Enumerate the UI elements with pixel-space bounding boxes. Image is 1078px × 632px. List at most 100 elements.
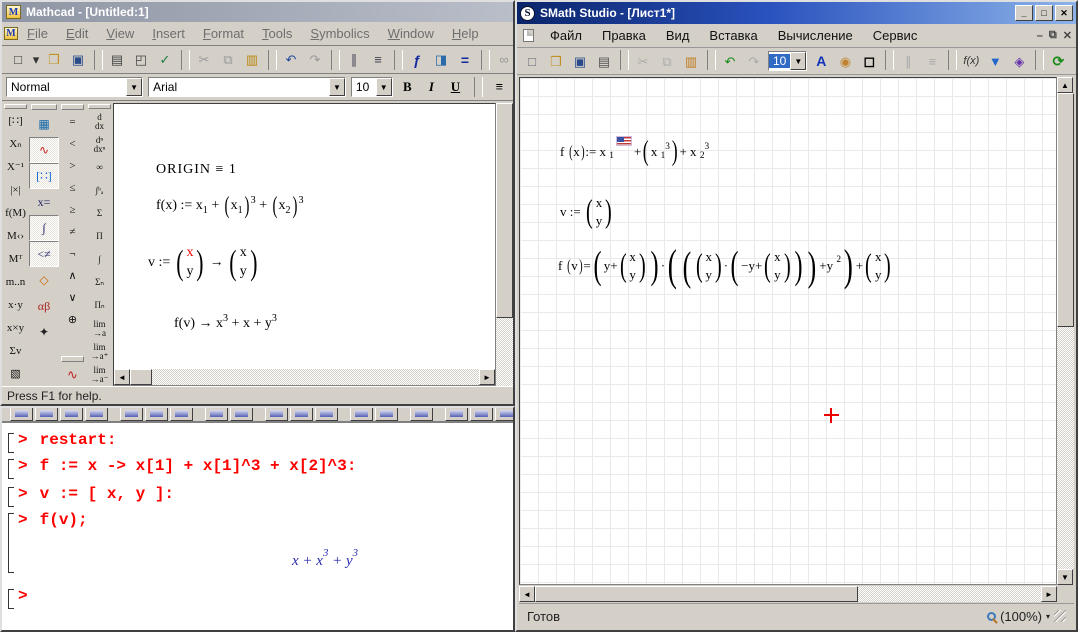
- align-vertical-icon[interactable]: ≡: [920, 50, 944, 72]
- toolbar-button[interactable]: [170, 408, 193, 421]
- resize-grip[interactable]: [1054, 610, 1066, 622]
- origin-definition[interactable]: ORIGIN ≡ 1: [156, 162, 237, 178]
- mathcad-menu-item[interactable]: Help: [443, 24, 488, 43]
- copy-icon[interactable]: ⧉: [216, 49, 240, 71]
- scroll-right-icon[interactable]: ►: [479, 369, 495, 385]
- maple-input-line[interactable]: >restart:: [8, 431, 116, 453]
- mathcad-menu-item[interactable]: Window: [379, 24, 443, 43]
- calculus-palette-button[interactable]: Πₙ: [86, 294, 113, 317]
- maple-input-line[interactable]: >v := [ x, y ]:: [8, 485, 174, 507]
- palette-handle[interactable]: [4, 104, 27, 109]
- chevron-down-icon[interactable]: ▼: [329, 78, 345, 96]
- boolean-palette-button[interactable]: ≠: [59, 221, 86, 243]
- spell-check-icon[interactable]: ✓: [153, 49, 177, 71]
- calculus-palette-button[interactable]: ∫: [86, 248, 113, 271]
- paste-icon[interactable]: ▥: [240, 49, 264, 71]
- calculus-palette-button[interactable]: Σ: [86, 202, 113, 225]
- evaluation-palette-icon[interactable]: x=: [29, 189, 59, 215]
- mathcad-menu-item[interactable]: Edit: [57, 24, 97, 43]
- smath-menu-item[interactable]: Вставка: [699, 26, 767, 45]
- mathcad-document-icon[interactable]: M: [4, 27, 18, 40]
- calculus-palette-button[interactable]: Σₙ: [86, 271, 113, 294]
- maximize-button[interactable]: □: [1035, 5, 1053, 21]
- toolbar-button[interactable]: [110, 408, 118, 421]
- matrix-palette-button[interactable]: x×y: [2, 317, 29, 340]
- code-text[interactable]: f := x -> x[1] + x[1]^3 + x[2]^3:: [28, 457, 357, 475]
- toolbar-button[interactable]: [230, 408, 253, 421]
- vector-definition[interactable]: v := (xy): [560, 194, 614, 229]
- new-dropdown-icon[interactable]: ▾: [30, 49, 42, 71]
- undo-icon[interactable]: ↶: [279, 49, 303, 71]
- toolbar-button[interactable]: [435, 408, 443, 421]
- toolbar-button[interactable]: [290, 408, 313, 421]
- matrix-palette-button[interactable]: Mᵀ: [2, 248, 29, 271]
- greek-palette-icon[interactable]: αβ: [29, 293, 59, 319]
- toolbar-button[interactable]: [410, 408, 433, 421]
- matrix-palette-button[interactable]: x·y: [2, 294, 29, 317]
- smath-title-bar[interactable]: S SMath Studio - [Лист1*] _ □ ✕: [517, 2, 1076, 24]
- zoom-level[interactable]: (100%): [1000, 609, 1042, 624]
- toolbar-button[interactable]: [375, 408, 398, 421]
- boolean-palette-button[interactable]: >: [59, 155, 86, 177]
- scrollbar-thumb[interactable]: [130, 369, 152, 385]
- toolbar-button[interactable]: [400, 408, 408, 421]
- smath-menu-item[interactable]: Правка: [592, 26, 656, 45]
- scroll-left-icon[interactable]: ◄: [114, 369, 130, 385]
- insert-function-icon[interactable]: f(x): [959, 50, 983, 72]
- toolbar-button[interactable]: [470, 408, 493, 421]
- mathcad-title-bar[interactable]: M Mathcad - [Untitled:1]: [2, 2, 513, 22]
- matrix-palette-button[interactable]: X⁻¹: [2, 156, 29, 179]
- print-icon[interactable]: ▤: [105, 49, 129, 71]
- italic-button[interactable]: I: [422, 77, 441, 97]
- style-combobox[interactable]: Normal ▼: [6, 77, 143, 97]
- insert-unit-icon[interactable]: ◨: [429, 49, 453, 71]
- scrollbar-track[interactable]: [1057, 327, 1074, 569]
- programming-palette-icon[interactable]: ◇: [29, 267, 59, 293]
- separator[interactable]: [1035, 50, 1044, 70]
- matrix-palette-button[interactable]: [∷]: [2, 110, 29, 133]
- scrollbar-track[interactable]: [496, 318, 513, 386]
- separator[interactable]: [707, 50, 716, 70]
- palette-handle[interactable]: [31, 104, 57, 110]
- calculus-palette-button[interactable]: lim →a: [86, 317, 113, 340]
- scroll-down-icon[interactable]: ▼: [1057, 569, 1073, 585]
- toolbar-button[interactable]: [495, 408, 513, 421]
- boolean-palette-icon[interactable]: <≠: [29, 241, 59, 267]
- canvas-horizontal-scrollbar[interactable]: ◄ ►: [519, 586, 1057, 602]
- font-color-icon[interactable]: A: [809, 50, 833, 72]
- print-preview-icon[interactable]: ◰: [129, 49, 153, 71]
- graph-palette-icon[interactable]: ∿: [29, 137, 59, 163]
- palette-handle[interactable]: [88, 104, 111, 109]
- matrix-palette-button[interactable]: f(M): [2, 202, 29, 225]
- close-button[interactable]: ✕: [1055, 5, 1073, 21]
- toolbar-button[interactable]: [145, 408, 168, 421]
- toolbar-button[interactable]: [205, 408, 228, 421]
- toolbar-button[interactable]: [315, 408, 338, 421]
- new-icon[interactable]: □: [520, 50, 544, 72]
- border-icon[interactable]: ◻: [857, 50, 881, 72]
- separator[interactable]: [331, 50, 340, 70]
- align-horizontal-icon[interactable]: ∥: [896, 50, 920, 72]
- maple-input-line[interactable]: >f := x -> x[1] + x[1]^3 + x[2]^3:: [8, 457, 356, 479]
- font-size-combobox[interactable]: 10 ▼: [351, 77, 393, 97]
- copy-icon[interactable]: ⧉: [655, 50, 679, 72]
- reference-book-icon[interactable]: ◈: [1007, 50, 1031, 72]
- toolbar-button[interactable]: [340, 408, 348, 421]
- smath-menu-item[interactable]: Файл: [540, 26, 592, 45]
- chevron-down-icon[interactable]: ▾: [1046, 612, 1050, 621]
- separator[interactable]: [268, 50, 277, 70]
- separator[interactable]: [94, 50, 103, 70]
- paste-icon[interactable]: ▥: [679, 50, 703, 72]
- matrix-palette-button[interactable]: Xₙ: [2, 133, 29, 156]
- mathcad-menu-item[interactable]: Format: [194, 24, 253, 43]
- insert-hyperlink-icon[interactable]: ∞: [492, 49, 516, 71]
- chevron-down-icon[interactable]: ▼: [376, 78, 392, 96]
- calculate-icon[interactable]: =: [453, 49, 477, 71]
- vector-definition[interactable]: v := (xy) → (xy): [148, 244, 259, 282]
- calculus-palette-icon[interactable]: ∫: [29, 215, 59, 241]
- font-combobox[interactable]: Arial ▼: [148, 77, 346, 97]
- separator[interactable]: [885, 50, 894, 70]
- symbolic-evaluation[interactable]: f(v) → x3 + x + y3: [174, 316, 277, 332]
- toolbar-button[interactable]: [265, 408, 288, 421]
- scroll-up-icon[interactable]: ▲: [1057, 77, 1073, 93]
